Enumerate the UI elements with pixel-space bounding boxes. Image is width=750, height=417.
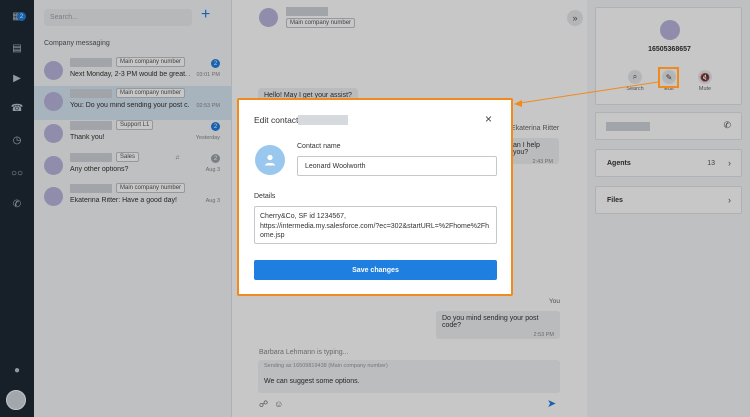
- edit-highlight-box: [658, 67, 679, 88]
- save-changes-button[interactable]: Save changes: [254, 260, 497, 280]
- contact-name-field[interactable]: Leonard Woolworth: [297, 156, 497, 176]
- redacted-contact-name: [298, 115, 348, 125]
- dialog-title: Edit contact: [254, 115, 299, 125]
- details-label: Details: [254, 193, 276, 200]
- contact-avatar: [255, 145, 285, 175]
- details-field[interactable]: Cherry&Co, SF id 1234567, https://interm…: [254, 206, 497, 244]
- edit-contact-dialog: Edit contact × Contact name Leonard Wool…: [237, 98, 513, 296]
- close-icon[interactable]: ×: [485, 113, 492, 125]
- contact-name-label: Contact name: [297, 143, 341, 150]
- person-icon: [265, 154, 275, 166]
